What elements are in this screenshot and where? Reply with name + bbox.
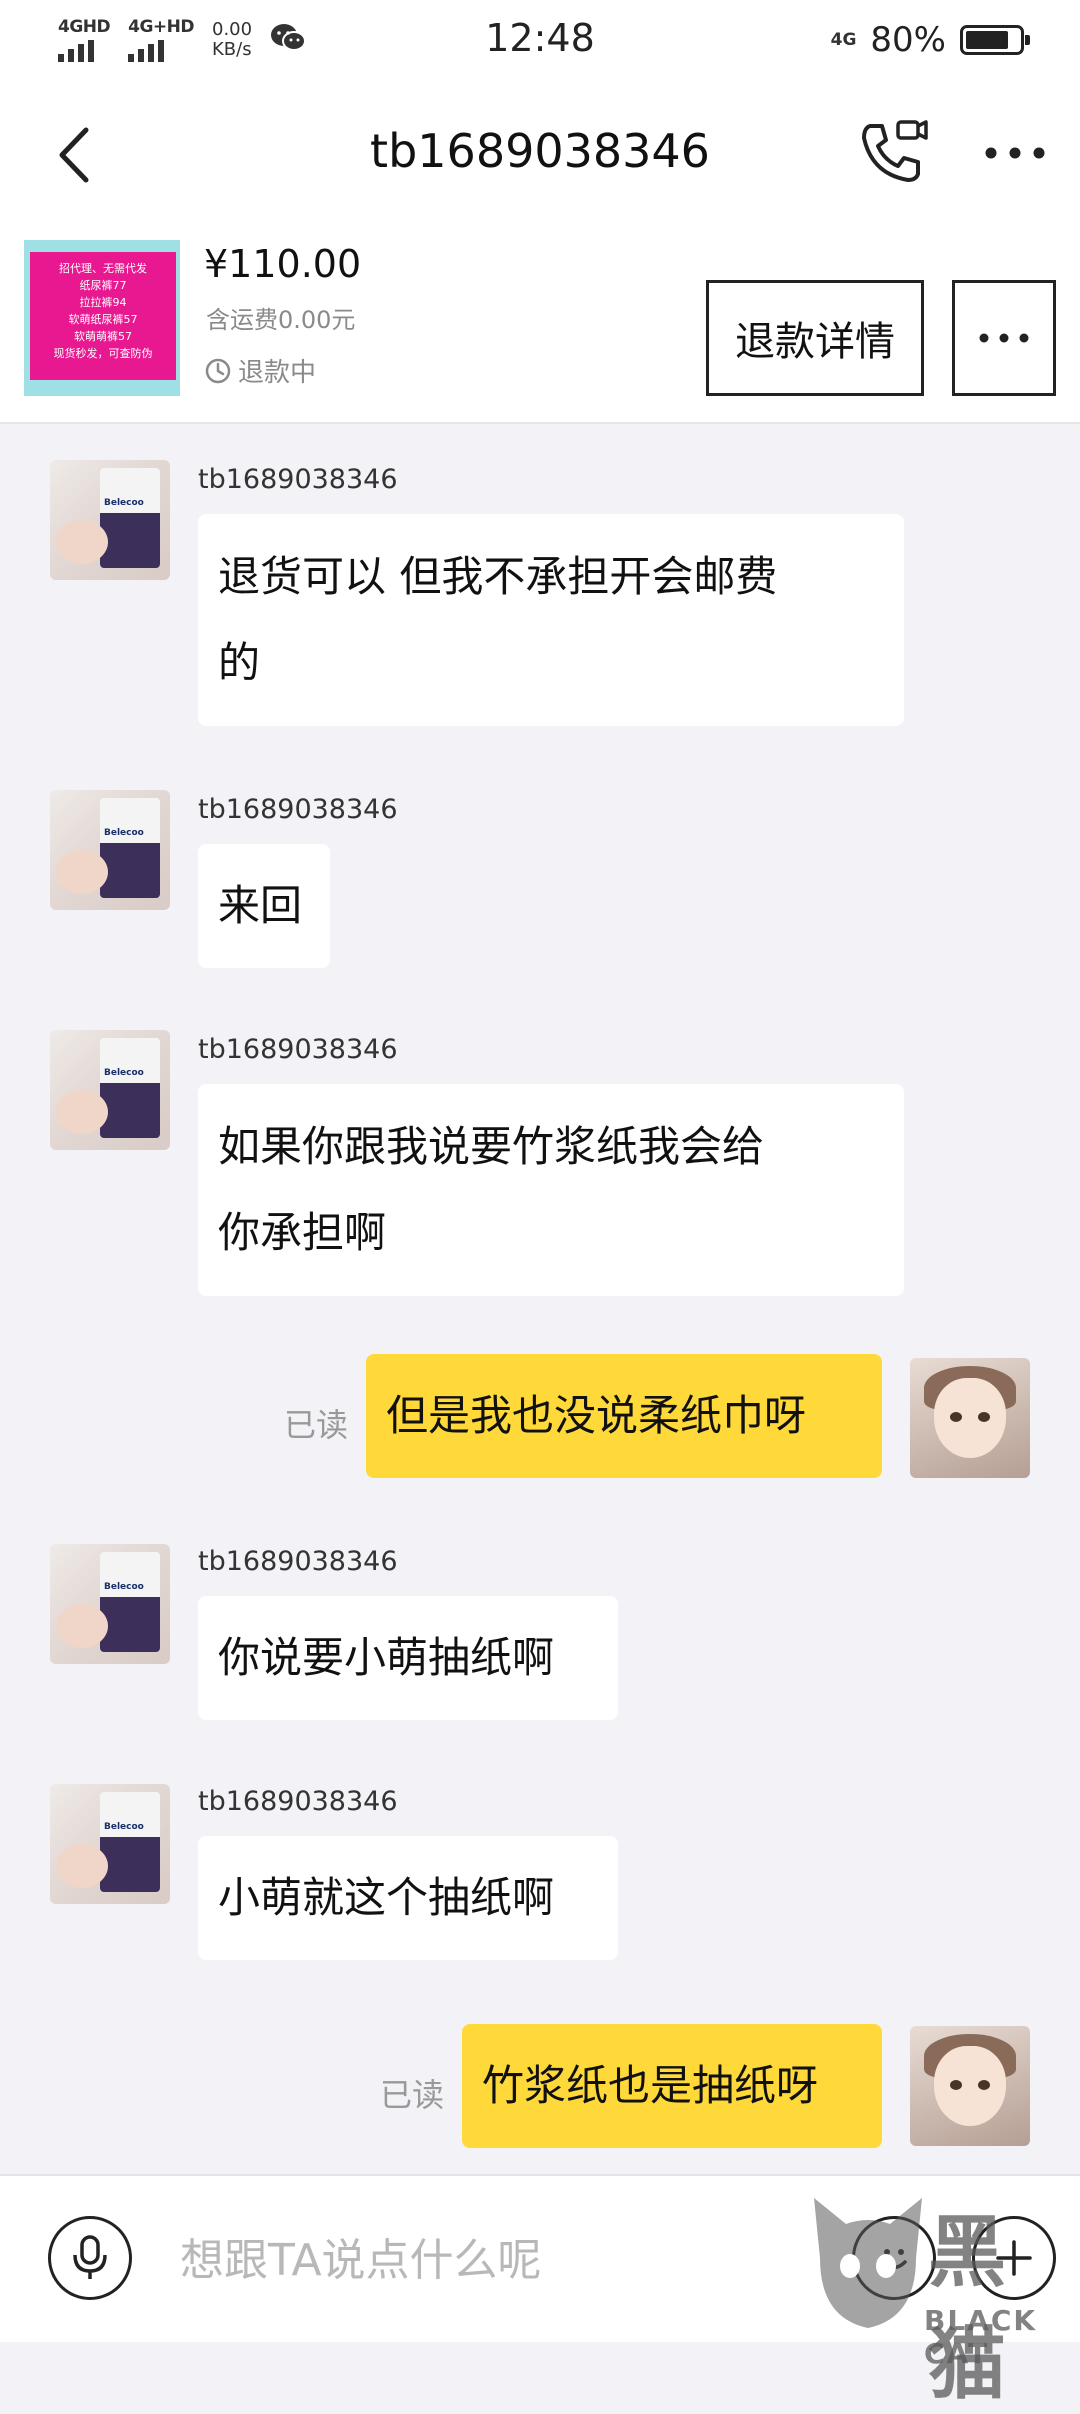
cat-head-icon [814,2198,922,2328]
my-message-bubble[interactable]: 但是我也没说柔纸巾呀 [366,1354,882,1478]
more-dots-icon [985,147,1045,159]
order-status-label: 退款中 [238,358,317,388]
baby-figure [56,850,108,894]
seller-avatar[interactable] [50,1030,170,1150]
sender-name: tb1689038346 [198,794,398,825]
seller-avatar[interactable] [50,1544,170,1664]
video-call-icon [862,120,928,182]
message-line: 如果你跟我说要竹浆纸我会给 [218,1122,765,1171]
microphone-icon [73,2235,107,2279]
sender-name: tb1689038346 [198,1034,398,1065]
message-line: 竹浆纸也是抽纸呀 [482,2061,819,2110]
call-button[interactable] [852,112,932,192]
product-pack [100,1792,160,1892]
product-thumbnail[interactable]: 招代理、无需代发 纸尿裤77 拉拉裤94 软萌纸尿裤57 软萌萌裤57 现货秒发… [24,240,180,396]
baby-figure [56,520,108,564]
order-status: 退款中 [204,352,316,389]
baby-figure [56,1090,108,1134]
avatar-eye [950,2080,962,2090]
message-line: 你说要小萌抽纸啊 [218,1633,555,1682]
battery-percent: 80% [870,20,946,60]
thumbnail-line: 招代理、无需代发 [59,262,147,275]
nav-bar: tb1689038346 [0,84,1080,226]
sender-name: tb1689038346 [198,464,398,495]
thumbnail-line: 软萌萌裤57 [74,330,132,343]
avatar-eye [978,1412,990,1422]
chat-area[interactable]: tb1689038346 退货可以 但我不承担开会邮费 的 tb16890383… [0,424,1080,2174]
baby-figure [56,1604,108,1648]
status-right: 4G 80% [830,20,1030,60]
message-line: 退货可以 但我不承担开会邮费 [218,552,778,601]
more-dots-icon [979,333,1029,343]
read-receipt: 已读 [380,2076,445,2114]
order-card[interactable]: 招代理、无需代发 纸尿裤77 拉拉裤94 软萌纸尿裤57 软萌萌裤57 现货秒发… [0,226,1080,424]
seller-avatar[interactable] [50,460,170,580]
thumbnail-line: 现货秒发，可查防伪 [53,347,153,360]
baby-figure [56,1844,108,1888]
status-bar: 4GHD 4G+HD 0.00 KB/s 12:48 4G 80% [0,0,1080,84]
message-bubble[interactable]: 你说要小萌抽纸啊 [198,1596,618,1720]
product-pack [100,798,160,898]
message-bubble[interactable]: 退货可以 但我不承担开会邮费 的 [198,514,904,726]
message-bubble[interactable]: 来回 [198,844,330,968]
message-bubble[interactable]: 小萌就这个抽纸啊 [198,1836,618,1960]
message-line: 来回 [218,881,303,930]
thumbnail-line: 软萌纸尿裤57 [68,313,138,326]
seller-avatar[interactable] [50,790,170,910]
avatar-face [934,2046,1006,2126]
message-bubble[interactable]: 如果你跟我说要竹浆纸我会给 你承担啊 [198,1084,904,1296]
thumbnail-text: 招代理、无需代发 纸尿裤77 拉拉裤94 软萌纸尿裤57 软萌萌裤57 现货秒发… [30,252,176,380]
sender-name: tb1689038346 [198,1546,398,1577]
avatar-eye [978,2080,990,2090]
sender-name: tb1689038346 [198,1786,398,1817]
thumbnail-line: 拉拉裤94 [79,296,127,309]
watermark-subtext: BLACK CAT [924,2304,1038,2370]
avatar-face [934,1378,1006,1458]
read-receipt: 已读 [284,1406,349,1444]
message-input[interactable] [180,2228,800,2292]
network-label-right: 4G [830,30,857,50]
seller-avatar[interactable] [50,1784,170,1904]
watermark: 黑猫 BLACK CAT [806,2186,1080,2410]
thumbnail-line: 纸尿裤77 [79,279,127,292]
battery-fill [966,31,1008,49]
message-line: 的 [218,638,261,687]
voice-button[interactable] [48,2216,132,2300]
order-price: ¥110.00 [204,242,362,286]
my-avatar[interactable] [910,1358,1030,1478]
product-pack [100,468,160,568]
avatar-eye [950,1412,962,1422]
product-pack [100,1038,160,1138]
message-line: 小萌就这个抽纸啊 [218,1873,555,1922]
refund-details-button[interactable]: 退款详情 [706,280,924,396]
more-button[interactable] [980,138,1050,168]
my-avatar[interactable] [910,2026,1030,2146]
message-line: 但是我也没说柔纸巾呀 [386,1391,807,1440]
clock-icon [205,358,231,383]
watermark-text: 黑猫 [928,2208,1007,2410]
product-pack [100,1552,160,1652]
order-more-button[interactable] [952,280,1056,396]
battery-icon [960,25,1030,55]
my-message-bubble[interactable]: 竹浆纸也是抽纸呀 [462,2024,882,2148]
shipping-note: 含运费0.00元 [206,306,356,334]
message-line: 你承担啊 [218,1208,387,1257]
